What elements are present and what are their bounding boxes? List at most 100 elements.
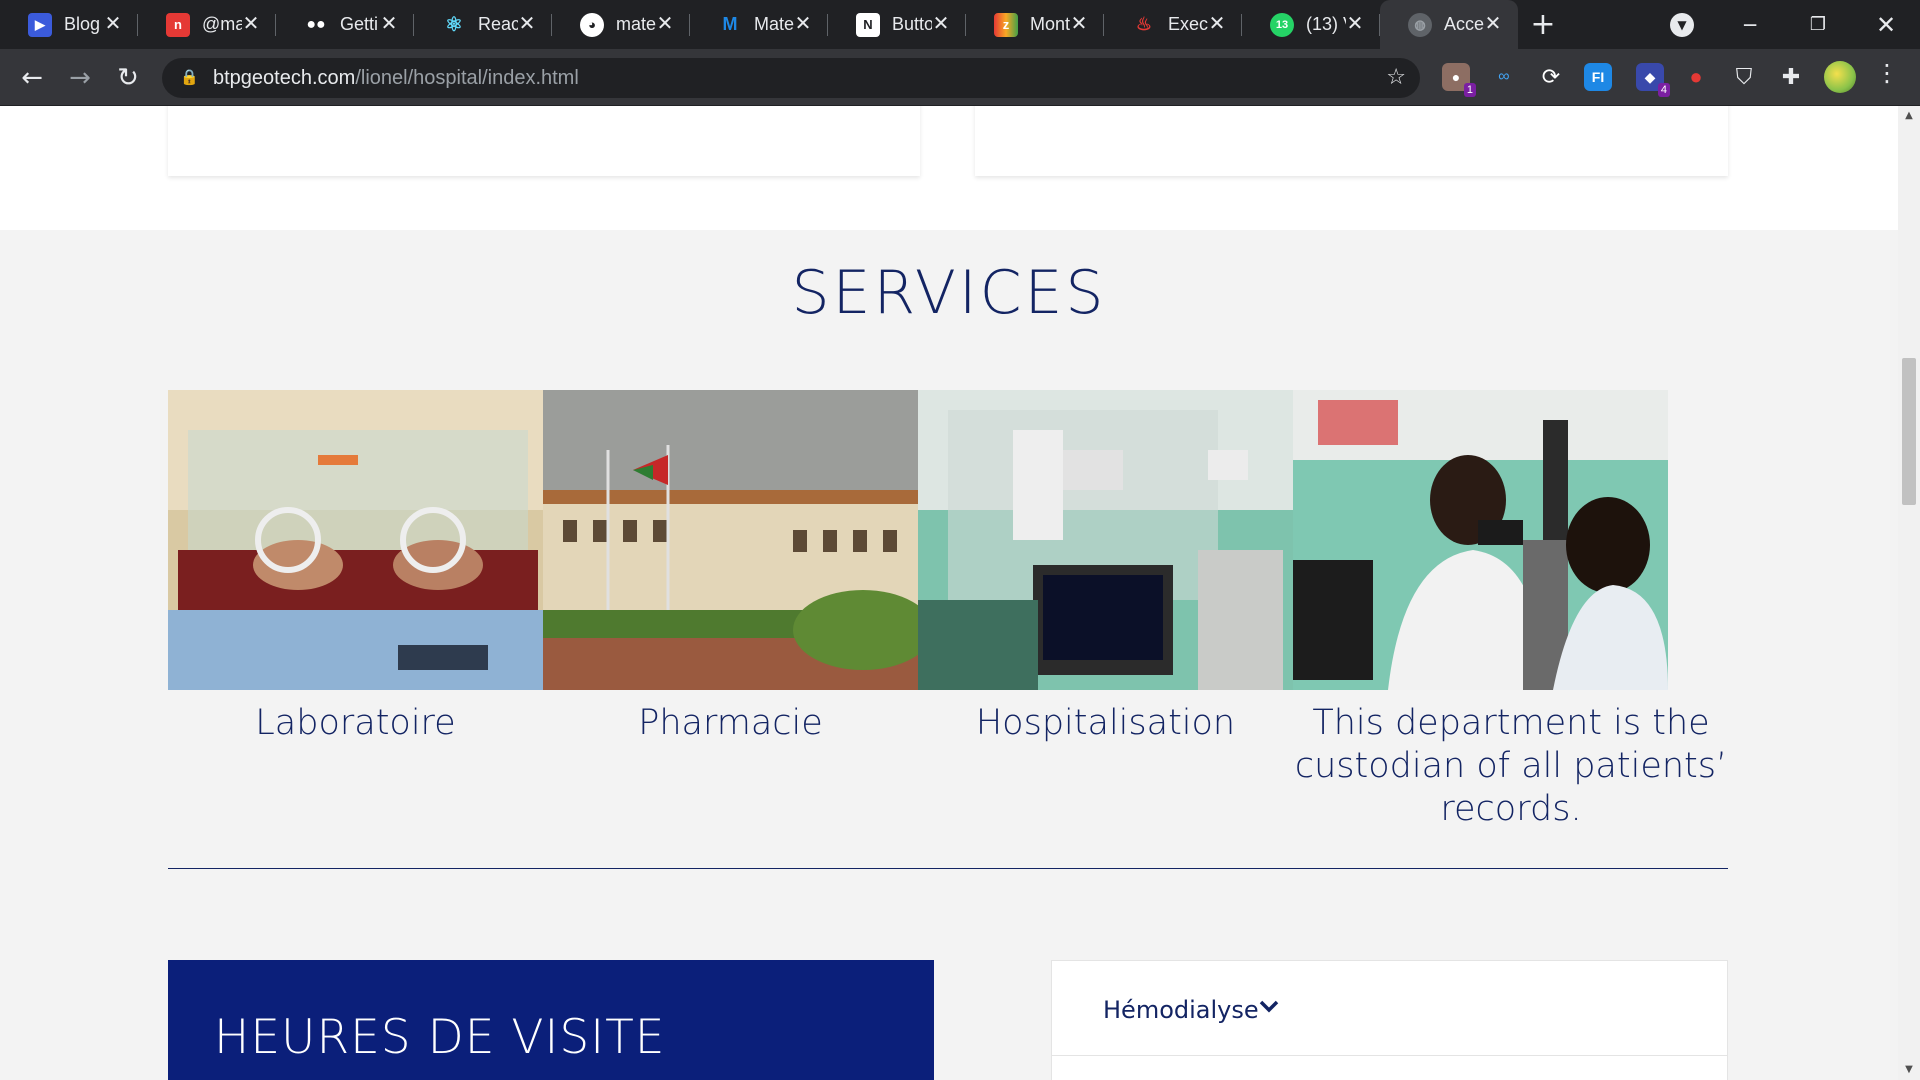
xray-room-photo <box>918 390 1293 690</box>
lock-icon: 🔒 <box>180 68 199 86</box>
top-section <box>0 106 1898 230</box>
info-card-right <box>975 106 1728 176</box>
close-window-button[interactable]: ✕ <box>1861 0 1911 49</box>
hospital-building-photo <box>543 390 918 690</box>
forward-button[interactable]: → <box>62 60 98 96</box>
tab-github[interactable]: ◕ mate ✕ <box>552 0 690 49</box>
extension-sync-icon[interactable]: ⟳ <box>1537 63 1565 91</box>
new-tab-button[interactable]: + <box>1518 0 1568 49</box>
service-card-hospitalisation[interactable]: Hospitalisation <box>918 390 1293 745</box>
react-icon: ⚛ <box>445 14 463 36</box>
tab-title: @ma <box>202 14 242 34</box>
page-viewport: SERVICES Laboratoire Pharmacie Hospitali… <box>0 106 1898 1080</box>
tab-title: Getti <box>340 14 379 34</box>
close-tab-icon[interactable]: ✕ <box>1482 13 1504 35</box>
service-label: This department is the custodian of all … <box>1294 703 1728 829</box>
notion-icon: N <box>856 12 880 37</box>
services-heading: SERVICES <box>791 258 1107 328</box>
profile-avatar[interactable] <box>1824 61 1856 93</box>
accordion-label: Hémodialyse <box>1103 996 1259 1024</box>
tab-blog[interactable]: ▶ Blog ✕ <box>0 0 138 49</box>
medium-icon: ●● <box>306 15 326 33</box>
service-label: Laboratoire <box>255 703 456 743</box>
globe-icon: ◍ <box>1408 12 1432 37</box>
incubator-photo <box>168 390 543 690</box>
tab-title: React <box>478 14 518 34</box>
tab-whatsapp[interactable]: 13 (13) V ✕ <box>1242 0 1380 49</box>
tab-button[interactable]: N Butto ✕ <box>828 0 966 49</box>
minimize-button[interactable]: ─ <box>1725 0 1775 49</box>
tab-monday[interactable]: z Mont ✕ <box>966 0 1104 49</box>
tab-title: Execu <box>1168 14 1208 34</box>
scroll-up-arrow-icon[interactable]: ▲ <box>1898 106 1920 126</box>
extension-fi-icon[interactable]: FI <box>1584 63 1612 91</box>
close-tab-icon[interactable]: ✕ <box>654 13 676 35</box>
extension-tomato-icon[interactable]: ● <box>1682 63 1710 91</box>
scroll-down-arrow-icon[interactable]: ▼ <box>1898 1060 1920 1080</box>
visiting-hours-title: HEURES DE VISITE <box>214 1010 666 1065</box>
close-tab-icon[interactable]: ✕ <box>240 13 262 35</box>
tab-getting[interactable]: ●● Getti ✕ <box>276 0 414 49</box>
eye-exam-photo <box>1293 390 1668 690</box>
close-tab-icon[interactable]: ✕ <box>102 13 124 35</box>
tab-execu[interactable]: ♨ Execu ✕ <box>1104 0 1242 49</box>
tab-mui[interactable]: M Mate ✕ <box>690 0 828 49</box>
back-button[interactable]: ← <box>14 60 50 96</box>
page-scrollbar[interactable]: ▲ ▼ <box>1898 106 1920 1080</box>
tab-title: Acce <box>1444 14 1484 34</box>
visiting-hours-panel: HEURES DE VISITE <box>168 960 934 1080</box>
extension-pocket-icon[interactable]: ⛉ <box>1730 63 1758 91</box>
bookmark-star-icon[interactable]: ☆ <box>1386 65 1406 90</box>
reload-button[interactable]: ↻ <box>110 60 146 96</box>
url-host: btpgeotech.com <box>213 67 356 89</box>
tab-title: Blog <box>64 14 101 34</box>
url-text[interactable]: btpgeotech.com/lionel/hospital/index.htm… <box>213 67 579 90</box>
close-tab-icon[interactable]: ✕ <box>792 13 814 35</box>
scrollbar-thumb[interactable] <box>1902 358 1916 505</box>
mui-icon: M <box>722 14 738 34</box>
url-path: /lionel/hospital/index.html <box>355 67 579 89</box>
tab-search-button[interactable]: ▼ <box>1662 0 1702 49</box>
chevron-down-icon: ▼ <box>1670 12 1694 37</box>
service-label: Pharmacie <box>638 703 823 743</box>
service-card-laboratoire[interactable]: Laboratoire <box>168 390 543 745</box>
service-card-pharmacie[interactable]: Pharmacie <box>543 390 918 745</box>
tab-title: mate <box>616 14 656 34</box>
github-icon: ◕ <box>580 12 604 37</box>
restore-button[interactable]: ❐ <box>1793 0 1843 49</box>
close-tab-icon[interactable]: ✕ <box>516 13 538 35</box>
chevron-down-icon <box>1259 1000 1279 1013</box>
tab-title: Butto <box>892 14 932 34</box>
close-tab-icon[interactable]: ✕ <box>930 13 952 35</box>
tab-ma[interactable]: n @ma ✕ <box>138 0 276 49</box>
tab-strip: ▶ Blog ✕ n @ma ✕ ●● Getti ✕ ⚛ React ✕ ◕ … <box>0 0 1920 49</box>
monday-icon: z <box>994 12 1018 37</box>
services-accordion: Hémodialyse <box>1051 960 1728 1080</box>
close-tab-icon[interactable]: ✕ <box>1068 13 1090 35</box>
tab-active-acce[interactable]: ◍ Acce ✕ <box>1380 0 1518 49</box>
extension-shapes-icon[interactable]: ◆ 4 <box>1636 63 1670 97</box>
service-card-records[interactable]: This department is the custodian of all … <box>1293 390 1727 831</box>
letter-m-icon: n <box>166 12 190 37</box>
tab-react[interactable]: ⚛ React ✕ <box>414 0 552 49</box>
tab-title: Mont <box>1030 14 1070 34</box>
play-icon: ▶ <box>28 12 52 37</box>
close-tab-icon[interactable]: ✕ <box>1206 13 1228 35</box>
service-label: Hospitalisation <box>975 703 1236 743</box>
address-bar[interactable]: 🔒 btpgeotech.com/lionel/hospital/index.h… <box>162 58 1420 98</box>
close-tab-icon[interactable]: ✕ <box>378 13 400 35</box>
whatsapp-icon: 13 <box>1270 12 1294 37</box>
extension-puzzle-icon[interactable]: ✚ <box>1777 63 1805 91</box>
tab-title: Mate <box>754 14 794 34</box>
extension-badge: 4 <box>1657 83 1670 97</box>
flame-icon: ♨ <box>1135 14 1153 34</box>
browser-toolbar: ← → ↻ 🔒 btpgeotech.com/lionel/hospital/i… <box>0 49 1920 106</box>
close-tab-icon[interactable]: ✕ <box>1344 13 1366 35</box>
browser-menu-icon[interactable]: ⋮ <box>1875 59 1899 87</box>
extension-glasses-icon[interactable]: ∞ <box>1490 63 1518 91</box>
extension-cookie-icon[interactable]: ● 1 <box>1442 63 1476 97</box>
info-card-left <box>168 106 920 176</box>
section-divider <box>168 868 1728 869</box>
tab-title: (13) V <box>1306 14 1346 34</box>
accordion-item-hemodialyse[interactable]: Hémodialyse <box>1052 961 1727 1056</box>
